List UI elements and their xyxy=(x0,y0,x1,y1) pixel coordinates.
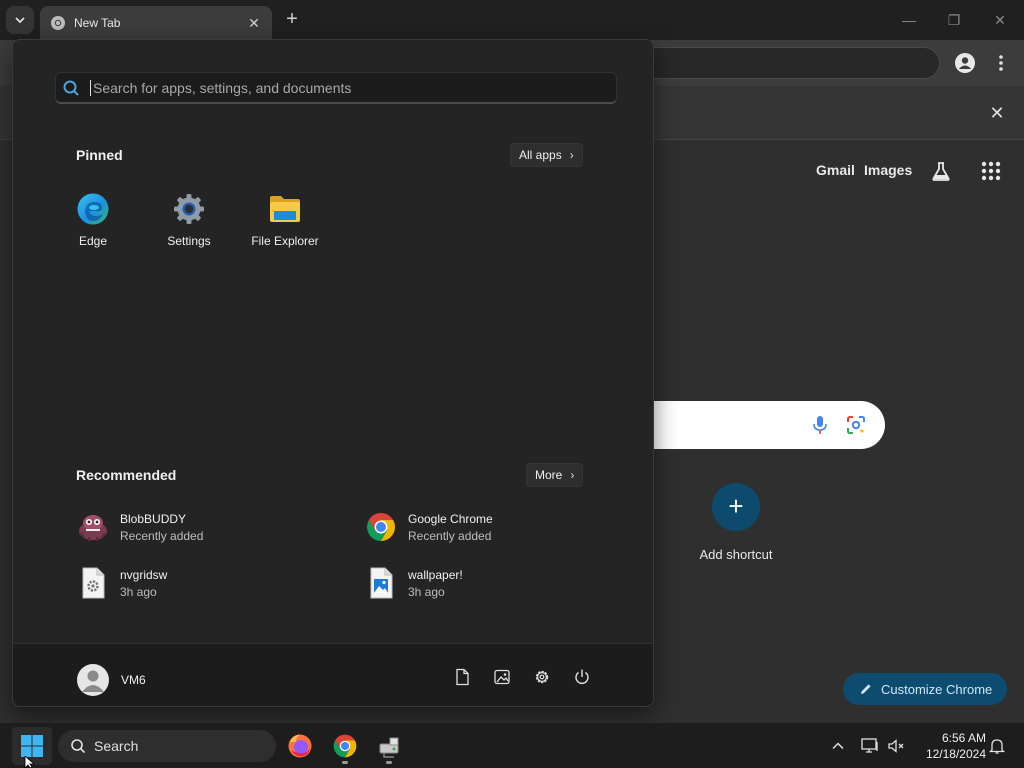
more-label: More xyxy=(535,468,563,482)
add-shortcut-button[interactable]: + xyxy=(712,483,760,531)
tab-close-icon[interactable]: ✕ xyxy=(246,15,262,31)
start-search-box[interactable] xyxy=(55,72,617,104)
search-icon xyxy=(63,80,79,96)
start-menu: Pinned All apps › Edge Settings xyxy=(12,39,654,707)
all-apps-button[interactable]: All apps › xyxy=(510,143,583,167)
microphone-icon[interactable] xyxy=(810,414,830,436)
documents-icon[interactable] xyxy=(453,668,471,686)
speaker-muted-icon[interactable] xyxy=(886,736,906,756)
power-icon[interactable] xyxy=(573,668,591,686)
recommended-item-subtitle: Recently added xyxy=(408,528,492,543)
app-label: File Explorer xyxy=(251,234,319,248)
profile-icon[interactable] xyxy=(954,52,976,74)
recommended-item-google-chrome[interactable]: Google Chrome Recently added xyxy=(364,507,634,547)
tab-search-button[interactable] xyxy=(6,6,34,34)
pencil-icon xyxy=(861,684,871,694)
close-window-button[interactable]: ✕ xyxy=(990,10,1010,30)
recommended-item-name: nvgridsw xyxy=(120,567,168,582)
network-icon[interactable] xyxy=(860,736,880,756)
chrome-icon xyxy=(333,734,357,758)
chevron-down-icon xyxy=(15,17,25,24)
notification-bell-icon[interactable] xyxy=(987,736,1007,756)
taskbar-search[interactable]: Search xyxy=(58,730,276,762)
app-label: Edge xyxy=(78,234,108,248)
google-lens-icon[interactable] xyxy=(845,414,867,436)
infobar-close-icon[interactable]: ✕ xyxy=(988,104,1006,122)
chevron-right-icon: › xyxy=(570,468,575,482)
taskbar-app-network-drive[interactable] xyxy=(373,730,405,762)
user-avatar[interactable] xyxy=(77,664,109,696)
pinned-heading: Pinned xyxy=(76,147,123,163)
settings-gear-icon xyxy=(174,194,204,224)
blobbuddy-icon xyxy=(76,510,110,544)
clock-time: 6:56 AM xyxy=(941,731,986,745)
pinned-app-edge[interactable]: Edge xyxy=(48,190,138,254)
network-drive-icon xyxy=(379,737,399,758)
recommended-item-subtitle: 3h ago xyxy=(120,584,157,599)
add-shortcut-label: Add shortcut xyxy=(699,547,773,562)
recommended-heading: Recommended xyxy=(76,467,177,483)
start-menu-footer: VM6 xyxy=(13,643,653,706)
images-link[interactable]: Images xyxy=(864,162,912,178)
taskbar-search-label: Search xyxy=(94,738,139,754)
image-file-icon xyxy=(364,566,398,600)
browser-titlebar: New Tab ✕ + — ❐ ✕ xyxy=(0,0,1024,40)
firefox-icon xyxy=(288,734,312,758)
chrome-icon xyxy=(364,510,398,544)
chevron-right-icon: › xyxy=(569,148,574,162)
tab-new-tab[interactable]: New Tab ✕ xyxy=(40,6,272,40)
restore-button[interactable]: ❐ xyxy=(944,10,964,30)
settings-icon[interactable] xyxy=(533,668,551,686)
folder-icon xyxy=(270,196,300,222)
customize-chrome-button[interactable]: Customize Chrome xyxy=(843,673,1007,705)
google-apps-icon[interactable] xyxy=(980,160,1002,182)
tab-title: New Tab xyxy=(74,16,121,30)
running-indicator xyxy=(386,761,392,764)
windows-logo-icon xyxy=(21,735,43,757)
recommended-item-subtitle: 3h ago xyxy=(408,584,445,599)
pinned-app-settings[interactable]: Settings xyxy=(144,190,234,254)
recommended-item-name: Google Chrome xyxy=(408,511,493,526)
recommended-item-wallpaper[interactable]: wallpaper! 3h ago xyxy=(364,563,634,603)
chevron-up-icon[interactable] xyxy=(828,736,848,756)
recommended-item-subtitle: Recently added xyxy=(120,528,204,543)
kebab-menu-icon[interactable] xyxy=(994,52,1008,74)
recommended-item-name: wallpaper! xyxy=(408,567,463,582)
recommended-item-nvgridsw[interactable]: nvgridsw 3h ago xyxy=(76,563,346,603)
app-label: Settings xyxy=(167,234,211,248)
settings-file-icon xyxy=(76,566,110,600)
taskbar-app-firefox[interactable] xyxy=(284,730,316,762)
edge-icon xyxy=(77,193,109,225)
customize-chrome-label: Customize Chrome xyxy=(881,681,993,697)
system-clock[interactable]: 6:56 AM 12/18/2024 xyxy=(916,730,986,762)
pinned-app-file-explorer[interactable]: File Explorer xyxy=(240,190,330,254)
search-icon xyxy=(71,739,86,754)
taskbar: Search 6:56 AM 12/18/2024 xyxy=(0,722,1024,768)
recommended-item-blobbuddy[interactable]: BlobBUDDY Recently added xyxy=(76,507,346,547)
more-button[interactable]: More › xyxy=(526,463,584,487)
minimize-button[interactable]: — xyxy=(899,10,919,30)
start-search-input[interactable] xyxy=(90,79,590,96)
mouse-cursor-icon xyxy=(24,756,36,768)
new-tab-button[interactable]: + xyxy=(282,9,302,30)
user-name[interactable]: VM6 xyxy=(121,673,146,687)
running-indicator xyxy=(342,761,348,764)
all-apps-label: All apps xyxy=(519,148,562,162)
pictures-icon[interactable] xyxy=(493,668,511,686)
gmail-link[interactable]: Gmail xyxy=(816,162,855,178)
labs-flask-icon[interactable] xyxy=(930,160,952,182)
recommended-item-name: BlobBUDDY xyxy=(120,511,187,526)
taskbar-app-chrome[interactable] xyxy=(329,730,361,762)
chrome-icon xyxy=(51,16,65,30)
clock-date: 12/18/2024 xyxy=(925,747,986,761)
